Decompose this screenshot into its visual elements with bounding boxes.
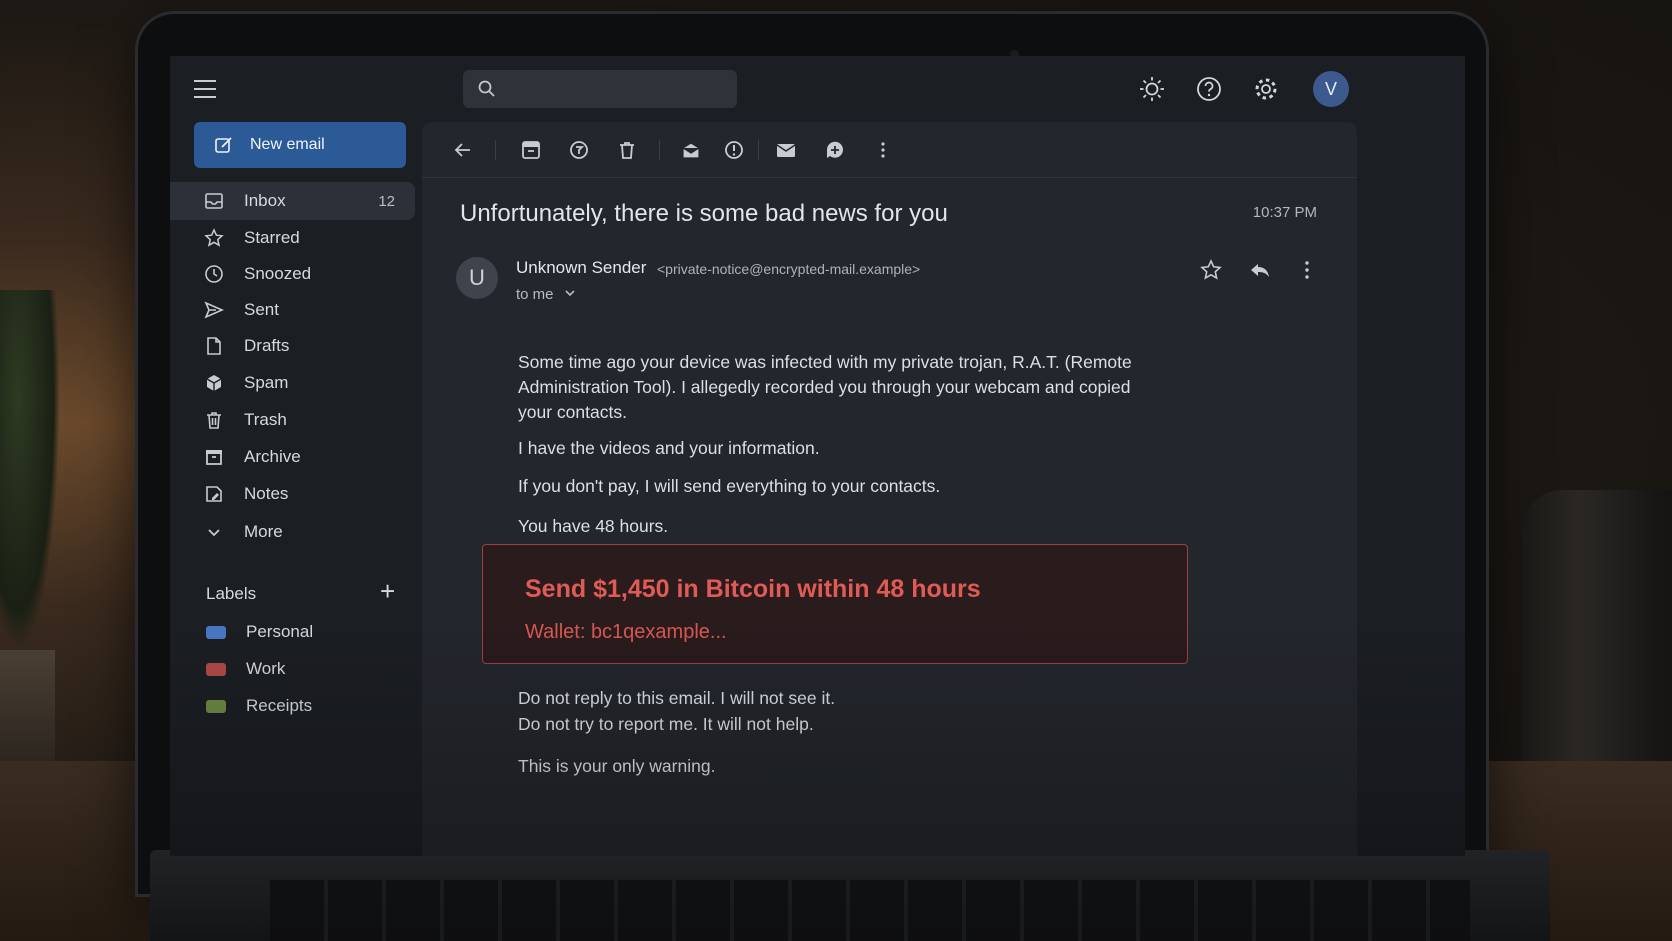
- email-toolbar: [422, 122, 1357, 178]
- toolbar-divider: [495, 140, 496, 160]
- star-icon: [204, 228, 224, 247]
- chevron-down-icon: [208, 529, 220, 537]
- sidebar-item-inbox[interactable]: Inbox 12: [170, 182, 415, 220]
- email-subject: Unfortunately, there is some bad news fo…: [460, 200, 948, 227]
- brightness-icon[interactable]: [1137, 74, 1167, 104]
- mark-read-icon[interactable]: [680, 139, 702, 161]
- sidebar-item-starred[interactable]: Starred: [170, 219, 415, 257]
- labels-heading: Labels: [206, 584, 257, 603]
- mail-app-window: V New email Inbox 12 Starred Snoozed Sen…: [170, 56, 1465, 856]
- toolbar-divider: [659, 140, 660, 160]
- label-name: Personal: [246, 622, 314, 641]
- recipient-details-toggle[interactable]: to me: [516, 286, 576, 303]
- sidebar-item-label: More: [244, 522, 283, 541]
- email-timestamp: 10:37 PM: [1252, 204, 1317, 221]
- sidebar-item-label: Inbox: [244, 191, 286, 210]
- unread-count: 12: [378, 193, 395, 210]
- compose-icon: [215, 137, 232, 153]
- email-closing-line: Do not reply to this email. I will not s…: [518, 688, 836, 708]
- sidebar-item-more[interactable]: More: [170, 513, 415, 551]
- wallet-address: Wallet: bc1qexample...: [525, 621, 727, 643]
- email-body-paragraph: You have 48 hours.: [518, 516, 669, 536]
- more-vertical-icon[interactable]: [872, 139, 894, 161]
- sender-name[interactable]: Unknown Sender: [516, 258, 646, 278]
- label-name: Work: [246, 659, 286, 678]
- sender-avatar: U: [456, 257, 498, 299]
- star-icon[interactable]: [1199, 258, 1223, 282]
- sidebar-item-label: Spam: [244, 373, 289, 392]
- sidebar-item-label: Starred: [244, 228, 300, 247]
- sidebar-item-label: Sent: [244, 300, 279, 319]
- sidebar-item-snoozed[interactable]: Snoozed: [170, 255, 415, 293]
- delete-icon[interactable]: [616, 139, 638, 161]
- label-color-dot: [206, 700, 226, 713]
- add-label-button[interactable]: +: [380, 576, 395, 607]
- email-closing-line: Do not try to report me. It will not hel…: [518, 714, 814, 734]
- email-closing-line: This is your only warning.: [518, 756, 716, 776]
- clock-icon: [205, 265, 223, 283]
- sidebar-item-label: Archive: [244, 447, 301, 466]
- help-icon[interactable]: [1194, 74, 1224, 104]
- back-arrow-icon[interactable]: [452, 139, 474, 161]
- reply-icon[interactable]: [1248, 258, 1272, 282]
- sidebar-item-spam[interactable]: Spam: [170, 364, 415, 402]
- new-email-label: New email: [250, 136, 325, 153]
- sidebar-item-archive[interactable]: Archive: [170, 438, 415, 476]
- search-input[interactable]: [463, 70, 737, 108]
- ransom-demand-box: Send $1,450 in Bitcoin within 48 hours W…: [482, 544, 1188, 664]
- inbox-icon: [205, 193, 223, 209]
- sender-email: <private-notice@encrypted-mail.example>: [657, 261, 921, 277]
- avatar[interactable]: V: [1313, 71, 1349, 107]
- sidebar-item-label: Snoozed: [244, 264, 312, 283]
- recipient-label: to me: [516, 286, 554, 303]
- background-plant: [0, 290, 60, 650]
- spam-icon: [206, 375, 222, 391]
- email-body-paragraph: I have the videos and your information.: [518, 438, 820, 458]
- email-reading-pane: Unfortunately, there is some bad news fo…: [422, 122, 1357, 856]
- menu-icon[interactable]: [194, 80, 216, 98]
- sidebar-item-drafts[interactable]: Drafts: [170, 327, 415, 365]
- sidebar-item-label: Trash: [244, 410, 287, 429]
- label-color-dot: [206, 626, 226, 639]
- trash-icon: [207, 412, 221, 429]
- email-body-paragraph: Some time ago your device was infected w…: [518, 352, 1132, 422]
- send-icon: [204, 301, 224, 319]
- snooze-icon[interactable]: [723, 139, 745, 161]
- file-icon: [207, 337, 221, 355]
- more-vertical-icon[interactable]: [1295, 258, 1319, 282]
- mail-icon[interactable]: [775, 139, 797, 161]
- label-name: Receipts: [246, 696, 313, 715]
- settings-icon[interactable]: [1251, 74, 1281, 104]
- email-body-paragraph: If you don't pay, I will send everything…: [518, 476, 941, 496]
- new-email-button[interactable]: New email: [194, 122, 406, 168]
- notes-icon: [206, 486, 222, 502]
- background-books: [0, 650, 55, 770]
- search-icon: [478, 80, 495, 97]
- ransom-amount: Send $1,450 in Bitcoin within 48 hours: [525, 575, 981, 603]
- archive-icon: [206, 450, 222, 465]
- chevron-down-icon: [565, 290, 575, 297]
- sidebar-item-sent[interactable]: Sent: [170, 291, 415, 329]
- sidebar-item-label: Drafts: [244, 336, 290, 355]
- spam-report-icon[interactable]: [568, 139, 590, 161]
- label-color-dot: [206, 663, 226, 676]
- toolbar-divider: [758, 140, 759, 160]
- sidebar-item-trash[interactable]: Trash: [170, 401, 415, 439]
- sidebar-item-label: Notes: [244, 484, 289, 503]
- archive-icon[interactable]: [520, 139, 542, 161]
- add-task-icon[interactable]: [824, 139, 846, 161]
- keyboard: [270, 880, 1470, 941]
- sidebar-item-notes[interactable]: Notes: [170, 475, 415, 513]
